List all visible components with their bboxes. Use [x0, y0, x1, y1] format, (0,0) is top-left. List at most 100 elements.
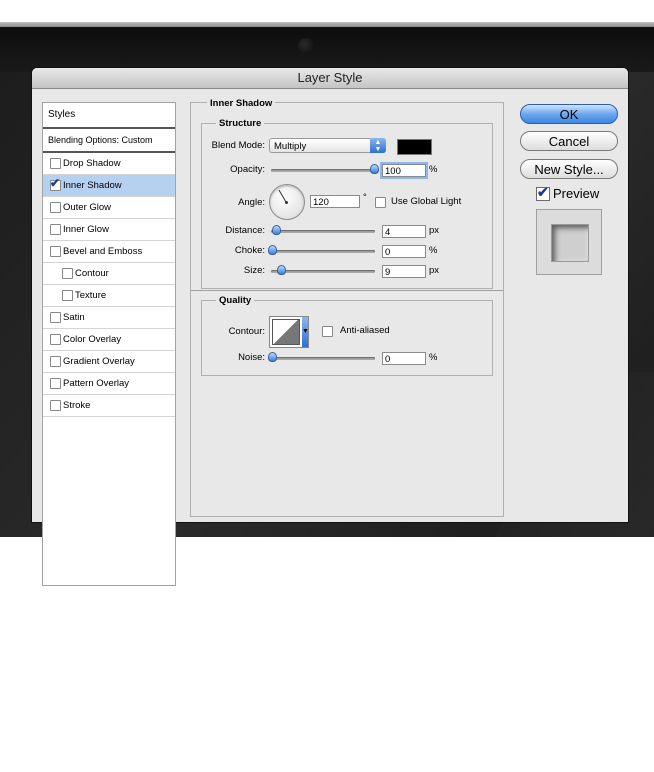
styles-header[interactable]: Styles	[43, 103, 175, 129]
style-item-checkbox[interactable]	[50, 356, 61, 367]
preview-checkbox[interactable]: ✔	[536, 184, 550, 201]
style-item-checkbox[interactable]	[50, 158, 61, 169]
style-item-label: Color Overlay	[63, 334, 122, 345]
choke-input[interactable]: 0	[382, 245, 426, 258]
style-item-label: Outer Glow	[63, 202, 112, 213]
style-item-checkbox[interactable]	[50, 334, 61, 345]
style-item-drop-shadow[interactable]: Drop Shadow	[43, 153, 175, 175]
style-item-checkbox[interactable]	[50, 246, 61, 257]
style-item-label: Bevel and Emboss	[63, 246, 143, 257]
dialog-title: Layer Style	[32, 68, 628, 89]
style-item-inner-shadow[interactable]: ✔ Inner Shadow	[43, 175, 175, 197]
angle-input[interactable]: 120	[310, 195, 360, 208]
style-item-checkbox[interactable]	[50, 224, 61, 235]
camera-icon	[298, 38, 314, 54]
style-item-label: Gradient Overlay	[63, 356, 135, 367]
style-item-label: Drop Shadow	[63, 158, 121, 169]
style-item-inner-glow[interactable]: Inner Glow	[43, 219, 175, 241]
use-global-light-label: Use Global Light	[391, 196, 462, 207]
style-item-label: Pattern Overlay	[63, 378, 129, 389]
layer-style-dialog: Layer Style Styles Blending Options: Cus…	[32, 68, 628, 586]
use-global-light-checkbox[interactable]	[375, 197, 386, 208]
angle-unit: °	[363, 192, 367, 203]
quality-group: Quality Contour: ▼ Anti-aliased Noise: 0…	[201, 295, 493, 376]
angle-label: Angle:	[238, 197, 265, 208]
anti-aliased-checkbox[interactable]	[322, 326, 333, 337]
style-item-checkbox[interactable]: ✔	[50, 176, 61, 191]
style-item-checkbox[interactable]	[62, 268, 73, 279]
updown-arrows-icon: ▲ ▼	[370, 138, 386, 153]
style-item-color-overlay[interactable]: Color Overlay	[43, 329, 175, 351]
preview-label: Preview	[553, 186, 600, 201]
style-item-label: Texture	[75, 290, 107, 301]
style-item-checkbox[interactable]	[50, 400, 61, 411]
style-items: Drop Shadow ✔ Inner Shadow Outer Glow Inner …	[43, 153, 175, 417]
style-item-satin[interactable]: Satin	[43, 307, 175, 329]
choke-unit: %	[429, 245, 438, 256]
style-item-label: Satin	[63, 312, 85, 323]
noise-unit: %	[429, 352, 438, 363]
quality-title: Quality	[216, 295, 255, 306]
shadow-color-swatch[interactable]	[397, 139, 432, 155]
size-label: Size:	[243, 265, 265, 276]
structure-group: Structure Blend Mode: Multiply ▲ ▼ Opacit…	[201, 118, 493, 289]
opacity-slider-track[interactable]	[271, 169, 375, 172]
choke-slider-track[interactable]	[271, 250, 375, 253]
distance-unit: px	[429, 225, 440, 236]
size-slider-track[interactable]	[271, 270, 375, 273]
section-divider	[191, 290, 503, 291]
style-item-label: Inner Shadow	[63, 180, 122, 191]
styles-list: Styles Blending Options: Custom Drop Sha…	[42, 102, 176, 586]
blend-mode-label: Blend Mode:	[211, 140, 265, 151]
style-item-texture[interactable]: Texture	[43, 285, 175, 307]
preview-swatch	[551, 224, 589, 262]
distance-label: Distance:	[225, 225, 265, 236]
style-item-checkbox[interactable]	[62, 290, 73, 301]
checkmark-icon: ✔	[50, 176, 61, 190]
style-item-checkbox[interactable]	[50, 312, 61, 323]
new-style-button[interactable]: New Style...	[520, 159, 618, 179]
size-slider-knob[interactable]	[277, 265, 286, 275]
style-item-stroke[interactable]: Stroke	[43, 395, 175, 417]
anti-aliased-label: Anti-aliased	[340, 325, 390, 336]
style-item-bevel-and-emboss[interactable]: Bevel and Emboss	[43, 241, 175, 263]
style-item-contour[interactable]: Contour	[43, 263, 175, 285]
ok-button[interactable]: OK	[520, 104, 618, 124]
cancel-button[interactable]: Cancel	[520, 131, 618, 151]
style-item-label: Stroke	[63, 400, 91, 411]
style-item-pattern-overlay[interactable]: Pattern Overlay	[43, 373, 175, 395]
blending-options-item[interactable]: Blending Options: Custom	[43, 129, 175, 153]
opacity-input[interactable]: 100	[382, 164, 426, 177]
contour-picker[interactable]: ▼	[269, 316, 309, 348]
opacity-slider-knob[interactable]	[370, 164, 379, 174]
angle-dial[interactable]	[269, 184, 305, 220]
distance-slider-knob[interactable]	[272, 225, 281, 235]
choke-slider-knob[interactable]	[268, 245, 277, 255]
style-item-outer-glow[interactable]: Outer Glow	[43, 197, 175, 219]
style-item-label: Contour	[75, 268, 109, 279]
dropdown-arrow-icon: ▼	[302, 317, 309, 347]
distance-slider-track[interactable]	[271, 230, 375, 233]
style-item-checkbox[interactable]	[50, 378, 61, 389]
noise-input[interactable]: 0	[382, 352, 426, 365]
noise-slider-track[interactable]	[271, 357, 375, 360]
opacity-label: Opacity:	[230, 164, 265, 175]
contour-label: Contour:	[228, 326, 265, 337]
checkmark-icon: ✔	[537, 184, 549, 200]
inner-shadow-panel: Inner Shadow Structure Blend Mode: Multi…	[190, 98, 504, 517]
style-item-checkbox[interactable]	[50, 202, 61, 213]
noise-slider-knob[interactable]	[268, 352, 277, 362]
screen-bezel	[0, 27, 654, 72]
style-item-label: Inner Glow	[63, 224, 109, 235]
structure-title: Structure	[216, 118, 265, 129]
size-input[interactable]: 9	[382, 265, 426, 278]
size-unit: px	[429, 265, 440, 276]
choke-label: Choke:	[234, 245, 265, 256]
preview-thumbnail	[536, 209, 602, 275]
opacity-unit: %	[429, 164, 438, 175]
contour-curve-icon	[272, 319, 300, 345]
distance-input[interactable]: 4	[382, 225, 426, 238]
style-item-gradient-overlay[interactable]: Gradient Overlay	[43, 351, 175, 373]
noise-label: Noise:	[238, 352, 265, 363]
blend-mode-select[interactable]: Multiply ▲ ▼	[269, 138, 386, 153]
